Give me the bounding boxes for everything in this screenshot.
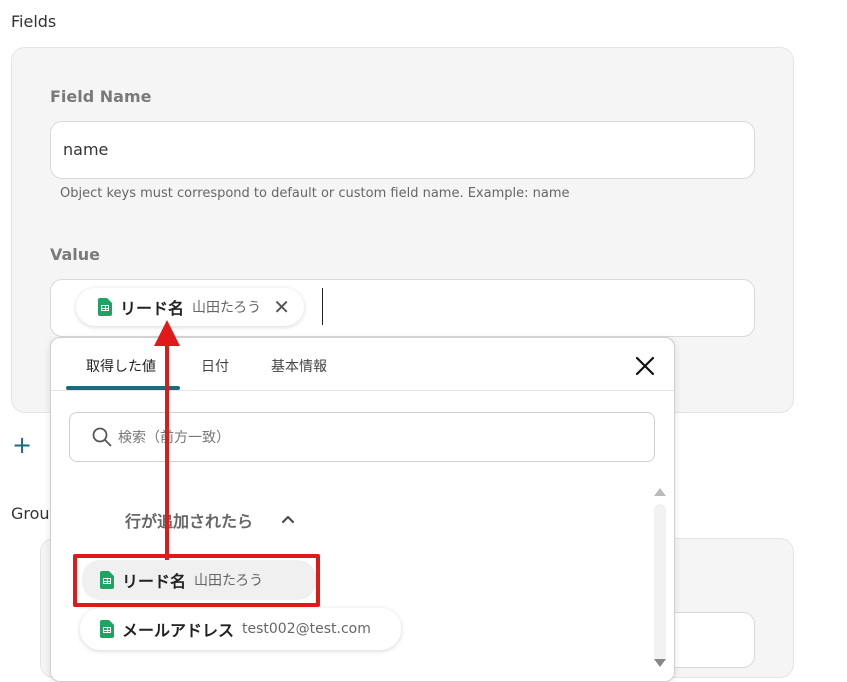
scroll-up-arrow-icon[interactable] <box>654 488 666 496</box>
item-name: メールアドレス <box>122 621 235 640</box>
tab-basic-info[interactable]: 基本情報 <box>271 356 327 376</box>
value-label: Value <box>50 245 101 264</box>
google-sheets-icon <box>98 298 112 316</box>
search-icon <box>92 427 112 447</box>
list-item[interactable]: メールアドレス test002@test.com <box>80 608 401 650</box>
field-name-help: Object keys must correspond to default o… <box>60 186 570 201</box>
tab-divider <box>51 390 674 391</box>
item-value: test002@test.com <box>242 621 371 637</box>
plus-icon[interactable]: + <box>12 431 32 459</box>
annotation-arrow <box>154 320 180 560</box>
trigger-group-label[interactable]: 行が追加されたら <box>125 508 253 532</box>
annotation-highlight-box <box>73 554 320 607</box>
tab-date[interactable]: 日付 <box>201 356 229 376</box>
group-label: Grou <box>11 504 50 523</box>
value-chip[interactable]: リード名 山田たろう ✕ <box>76 288 304 326</box>
scroll-down-arrow-icon[interactable] <box>654 659 666 667</box>
tab-acquired-values[interactable]: 取得した値 <box>86 356 156 376</box>
field-name-input[interactable]: name <box>50 121 755 179</box>
text-cursor <box>322 288 323 325</box>
scrollbar-thumb[interactable] <box>654 504 666 662</box>
close-icon[interactable] <box>633 354 657 378</box>
close-icon[interactable]: ✕ <box>273 297 290 317</box>
google-sheets-icon <box>100 620 114 638</box>
chevron-up-icon[interactable] <box>280 512 296 526</box>
chip-value: 山田たろう <box>192 300 262 316</box>
field-name-label: Field Name <box>50 87 152 106</box>
section-title: Fields <box>11 12 57 31</box>
